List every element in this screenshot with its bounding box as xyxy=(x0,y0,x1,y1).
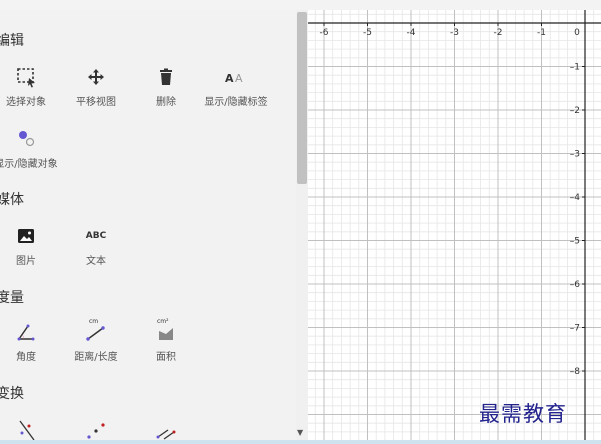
y-tick-label: –3 xyxy=(570,150,580,160)
tool-label: 面积 xyxy=(156,352,176,363)
reflect-point-icon xyxy=(84,418,108,440)
tool-delete[interactable]: 删除 xyxy=(126,65,206,108)
translate-vector-icon xyxy=(154,418,178,440)
tool-label: 删除 xyxy=(156,97,176,108)
show-hide-label-icon: AA xyxy=(224,65,248,89)
tool-translate-vector[interactable] xyxy=(126,418,206,440)
area-icon: cm² xyxy=(154,318,178,344)
delete-icon xyxy=(154,65,178,89)
y-tick-label: –7 xyxy=(570,324,580,334)
section-title-media: 媒体 xyxy=(0,192,24,208)
section-title-measure: 度量 xyxy=(0,290,24,306)
tool-move-view[interactable]: 平移视图 xyxy=(56,65,136,108)
top-bar xyxy=(0,0,601,10)
tool-show-hide-object[interactable]: 显示/隐藏对象 xyxy=(0,127,66,170)
select-object-icon xyxy=(14,65,38,89)
tool-distance-length[interactable]: cm 距离/长度 xyxy=(56,318,136,363)
distance-length-icon: cm xyxy=(84,318,108,344)
angle-icon xyxy=(14,320,38,344)
y-tick-label: –5 xyxy=(570,237,580,247)
y-tick-label: –4 xyxy=(570,193,581,203)
y-tick-label: –2 xyxy=(570,106,580,116)
tool-label: 距离/长度 xyxy=(74,352,118,363)
tool-label: 文本 xyxy=(86,256,106,267)
reflect-line-icon xyxy=(14,418,38,440)
tools-panel: 编辑 选择对象 平移视图 删除 AA 显示/隐藏标签 显示/隐藏对象 媒体 图片… xyxy=(0,10,296,440)
y-tick-label: –6 xyxy=(570,280,581,290)
x-tick-label: -4 xyxy=(407,28,416,38)
x-tick-label: -5 xyxy=(363,28,372,38)
bottom-border xyxy=(0,440,601,444)
tool-label: 显示/隐藏标签 xyxy=(204,97,268,108)
tool-label: 平移视图 xyxy=(76,97,116,108)
tool-area[interactable]: cm² 面积 xyxy=(126,318,206,363)
graphics-view[interactable]: -6 -5 -4 -3 -2 -1 0 –1 –2 –3 –4 –5 –6 –7 –8 xyxy=(308,10,601,440)
tool-show-hide-label[interactable]: AA 显示/隐藏标签 xyxy=(196,65,276,108)
section-title-transform: 变换 xyxy=(0,386,24,402)
svg-text:A: A xyxy=(225,72,234,85)
image-icon xyxy=(14,224,38,248)
tool-label: 显示/隐藏对象 xyxy=(0,159,58,170)
show-hide-object-icon xyxy=(14,127,38,151)
x-tick-label: 0 xyxy=(574,28,580,38)
section-title-edit: 编辑 xyxy=(0,33,24,49)
x-tick-label: -3 xyxy=(450,28,459,38)
svg-text:A: A xyxy=(235,72,243,85)
panel-scrollbar-thumb[interactable] xyxy=(297,12,307,184)
y-tick-label: –1 xyxy=(570,63,580,73)
coordinate-grid: -6 -5 -4 -3 -2 -1 0 –1 –2 –3 –4 –5 –6 –7 –8 xyxy=(308,10,601,440)
tool-reflect-point[interactable] xyxy=(56,418,136,440)
x-tick-label: -1 xyxy=(537,28,546,38)
x-tick-label: -6 xyxy=(320,28,329,38)
x-tick-label: -2 xyxy=(494,28,503,38)
watermark: 最需教育 xyxy=(479,402,567,426)
text-icon: ABC xyxy=(85,231,107,241)
scroll-down-arrow-icon[interactable]: ▼ xyxy=(297,428,303,437)
y-tick-label: –8 xyxy=(570,367,581,377)
tool-text[interactable]: ABC 文本 xyxy=(56,224,136,267)
move-view-icon xyxy=(84,65,108,89)
